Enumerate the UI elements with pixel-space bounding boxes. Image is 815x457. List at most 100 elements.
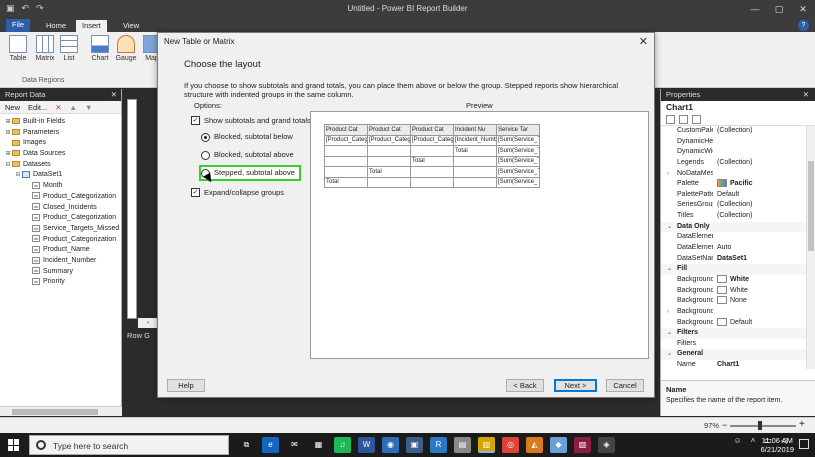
dialog-close-icon[interactable]: ✕	[639, 35, 648, 48]
property-category[interactable]: ⌄ General	[661, 349, 815, 361]
edge-icon[interactable]: e	[262, 437, 279, 453]
close-panel-icon[interactable]: ✕	[111, 89, 117, 101]
notification-icon[interactable]	[799, 439, 809, 449]
property-row[interactable]: DynamicWidth	[661, 147, 815, 158]
property-row[interactable]: Name Chart1	[661, 360, 815, 369]
mail-icon[interactable]: ✉	[286, 437, 303, 453]
table-button[interactable]: Table	[5, 35, 31, 62]
windows-start-icon[interactable]	[8, 439, 20, 451]
radio-blocked-subtotal-below[interactable]: Blocked, subtotal below	[201, 131, 293, 143]
tree-item[interactable]: ab Product_Name	[0, 245, 121, 256]
close-window-button[interactable]: ✕	[791, 0, 815, 18]
property-value[interactable]	[713, 232, 815, 243]
property-category[interactable]: ⌄ Data Only	[661, 221, 815, 233]
show-subtotals-checkbox[interactable]: ✓ Show subtotals and grand totals	[191, 115, 311, 127]
app-14-icon[interactable]: ◆	[550, 437, 567, 453]
expand-collapse-checkbox[interactable]: ✓ Expand/collapse groups	[191, 187, 284, 199]
tab-file[interactable]: File	[6, 19, 31, 32]
zoom-slider[interactable]	[730, 425, 796, 427]
tree-item[interactable]: ab Priority	[0, 277, 121, 288]
property-row[interactable]: DataElementName	[661, 232, 815, 243]
chart-button[interactable]: Chart	[87, 35, 113, 62]
property-row[interactable]: Palette Pacific	[661, 179, 815, 190]
property-value[interactable]: (Collection)	[713, 211, 815, 222]
maximize-button[interactable]: ▢	[767, 0, 791, 18]
zoom-in-icon[interactable]: +	[799, 419, 805, 430]
store-icon[interactable]: ▦	[310, 437, 327, 453]
property-value[interactable]: White	[713, 275, 815, 286]
categorized-icon[interactable]	[666, 114, 675, 124]
alphabetical-icon[interactable]	[679, 114, 688, 124]
property-category[interactable]: ⌄ Fill	[661, 264, 815, 275]
radio-blocked-subtotal-above[interactable]: Blocked, subtotal above	[201, 149, 294, 161]
expand-toggle-icon[interactable]: ⌄	[667, 328, 672, 339]
property-row[interactable]: Titles (Collection)	[661, 211, 815, 222]
property-row[interactable]: SeriesGroups(Collection)	[661, 200, 815, 211]
taskbar-search-box[interactable]: Type here to search	[29, 435, 229, 455]
app-8-icon[interactable]: ▣	[406, 437, 423, 453]
app-15-icon[interactable]: ▧	[574, 437, 591, 453]
app-10-icon[interactable]: ▤	[454, 437, 471, 453]
expand-toggle-icon[interactable]: ⊞	[4, 149, 12, 160]
property-row[interactable]: CustomPalette(Collection)	[661, 126, 815, 137]
property-row[interactable]: BackgroundGradientTypeNone	[661, 296, 815, 307]
property-value[interactable]: None	[713, 296, 815, 307]
tree-item[interactable]: ⊞ Built-in Fields	[0, 117, 121, 128]
tree-item[interactable]: ab Month	[0, 181, 121, 192]
property-row[interactable]: DataElementOutputAuto	[661, 243, 815, 254]
radio-stepped-subtotal-above[interactable]: Stepped, subtotal above	[199, 165, 301, 181]
property-value[interactable]: Pacific	[713, 179, 815, 190]
tree-item[interactable]: ⊞ Parameters	[0, 128, 121, 139]
property-value[interactable]	[713, 147, 815, 158]
minimize-button[interactable]: —	[743, 0, 767, 18]
scroll-left-button[interactable]: ‹	[138, 318, 158, 328]
app-16-icon[interactable]: ◈	[598, 437, 615, 453]
tab-insert[interactable]: Insert	[76, 20, 107, 32]
property-value[interactable]: Default	[713, 317, 815, 329]
property-value[interactable]	[713, 137, 815, 148]
delete-icon[interactable]: ✕	[55, 101, 61, 113]
help-button[interactable]: Help	[167, 379, 205, 392]
zoom-slider-handle[interactable]	[758, 421, 762, 430]
move-down-icon[interactable]: ▼	[85, 101, 92, 113]
expand-toggle-icon[interactable]: ⊞	[4, 117, 12, 128]
property-value[interactable]: Chart1	[713, 360, 815, 369]
property-value[interactable]: (Collection)	[713, 200, 815, 211]
property-value[interactable]	[713, 339, 815, 350]
spotify-icon[interactable]: ♫	[334, 437, 351, 453]
new-button[interactable]: New	[5, 101, 20, 113]
report-builder-icon[interactable]: ▥	[478, 437, 495, 453]
property-row[interactable]: PalettePatternDefault	[661, 190, 815, 201]
property-value[interactable]	[713, 169, 815, 180]
tree-item[interactable]: ab Product_Categorization	[0, 235, 121, 246]
property-row[interactable]: BackgroundGradientEndColorWhite	[661, 285, 815, 297]
expand-toggle-icon[interactable]: ›	[667, 169, 669, 180]
properties-scrollbar[interactable]	[806, 126, 815, 369]
gauge-button[interactable]: Gauge	[113, 35, 139, 62]
property-row[interactable]: BackgroundColorWhite	[661, 275, 815, 286]
close-properties-icon[interactable]: ✕	[803, 89, 809, 101]
chevron-up-icon[interactable]: ˄	[751, 436, 756, 445]
tree-item[interactable]: ⊟ Datasets	[0, 160, 121, 171]
matrix-button[interactable]: Matrix	[32, 35, 58, 62]
tab-home[interactable]: Home	[40, 20, 72, 32]
expand-toggle-icon[interactable]: ⌄	[667, 264, 672, 275]
tree-item[interactable]: ab Product_Categorization	[0, 213, 121, 224]
scrollbar-thumb[interactable]	[12, 409, 98, 415]
move-up-icon[interactable]: ▲	[70, 101, 77, 113]
property-row[interactable]: Filters	[661, 339, 815, 350]
tree-item[interactable]: ab Closed_Incidents	[0, 203, 121, 214]
app-9-icon[interactable]: R	[430, 437, 447, 453]
tree-item[interactable]: ab Incident_Number	[0, 256, 121, 267]
help-icon[interactable]: ?	[798, 20, 809, 31]
list-button[interactable]: List	[56, 35, 82, 62]
property-value[interactable]: Auto	[713, 243, 815, 254]
expand-toggle-icon[interactable]: ⊟	[4, 160, 12, 171]
tree-item[interactable]: Images	[0, 138, 121, 149]
tab-view[interactable]: View	[117, 20, 145, 32]
property-value[interactable]: (Collection)	[713, 158, 815, 169]
property-value[interactable]: White	[713, 285, 815, 297]
next-button[interactable]: Next >	[554, 379, 597, 392]
property-value[interactable]: (Collection)	[713, 126, 815, 137]
tree-item[interactable]: ⊟ DataSet1	[0, 170, 121, 181]
